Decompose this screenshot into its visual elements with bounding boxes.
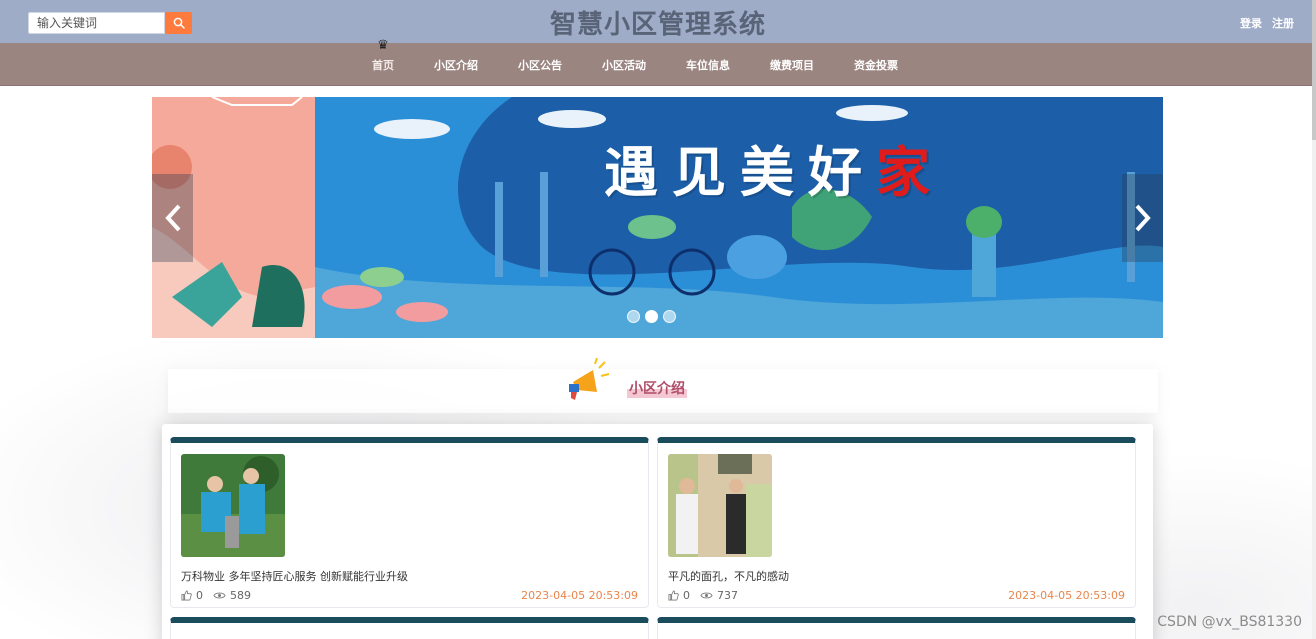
eye-icon: [700, 592, 713, 599]
section-heading: 小区介绍: [565, 358, 687, 402]
banner-slogan: 遇见美好家: [604, 128, 944, 207]
section-title: 小区介绍: [627, 378, 687, 398]
nav-item-label: 小区活动: [602, 58, 646, 72]
carousel-dot-active[interactable]: [645, 310, 658, 323]
crown-icon: ♛: [377, 37, 389, 53]
watermark: CSDN @vx_BS81330: [1157, 614, 1302, 630]
card-thumbnail: [181, 454, 285, 557]
likes[interactable]: 0: [668, 589, 690, 602]
main-nav: ♛ 首页 小区介绍 小区公告 小区活动 车位信息 缴费项目 资金投票: [0, 39, 1316, 86]
scrollbar-thumb[interactable]: [1312, 0, 1316, 140]
top-bar: 智慧小区管理系统 登录 注册: [0, 0, 1316, 43]
nav-item-fund-voting[interactable]: 资金投票: [834, 57, 918, 73]
card-meta: 0 589: [181, 589, 261, 602]
nav-item-label: 资金投票: [854, 58, 898, 72]
banner-slogan-main: 遇见美好: [604, 140, 876, 204]
views: 589: [213, 589, 251, 602]
carousel-prev-button[interactable]: [152, 174, 193, 262]
card-title: 万科物业 多年坚持匠心服务 创新赋能行业升级: [181, 570, 408, 583]
views-count: 589: [230, 589, 251, 602]
carousel-dot[interactable]: [663, 310, 676, 323]
list-item[interactable]: [657, 617, 1136, 639]
nav-item-label: 小区介绍: [434, 58, 478, 72]
carousel-next-button[interactable]: [1122, 174, 1163, 262]
nav-item-home[interactable]: ♛ 首页: [352, 39, 414, 73]
nav-item-label: 首页: [372, 58, 394, 72]
card-title: 平凡的面孔，不凡的感动: [668, 570, 789, 583]
list-item[interactable]: [170, 617, 649, 639]
site-title: 智慧小区管理系统: [549, 10, 766, 40]
eye-icon: [213, 592, 226, 599]
nav-item-label: 车位信息: [686, 58, 730, 72]
views: 737: [700, 589, 738, 602]
carousel-dot[interactable]: [627, 310, 640, 323]
nav-item-activities[interactable]: 小区活动: [582, 57, 666, 73]
megaphone-icon: [569, 358, 610, 400]
likes[interactable]: 0: [181, 589, 203, 602]
card-thumbnail: [668, 454, 772, 557]
nav-item-payments[interactable]: 缴费项目: [750, 57, 834, 73]
nav-item-announcements[interactable]: 小区公告: [498, 57, 582, 73]
chevron-right-icon: [1135, 204, 1151, 232]
list-item[interactable]: 万科物业 多年坚持匠心服务 创新赋能行业升级 0 589 2023-04-05 …: [170, 437, 649, 608]
card-meta: 0 737: [668, 589, 748, 602]
nav-item-parking[interactable]: 车位信息: [666, 57, 750, 73]
banner-slogan-accent: 家: [876, 140, 944, 204]
thumbs-up-icon: [181, 590, 192, 601]
thumbs-up-icon: [668, 590, 679, 601]
scrollbar[interactable]: [1312, 0, 1316, 639]
nav-item-label: 小区公告: [518, 58, 562, 72]
card-date: 2023-04-05 20:53:09: [1008, 589, 1125, 602]
nav-items: ♛ 首页 小区介绍 小区公告 小区活动 车位信息 缴费项目 资金投票: [352, 39, 918, 86]
list-item[interactable]: 平凡的面孔，不凡的感动 0 737 2023-04-05 20:53:09: [657, 437, 1136, 608]
likes-count: 0: [683, 589, 690, 602]
auth-links: 登录 注册: [1240, 15, 1294, 31]
register-link[interactable]: 注册: [1272, 15, 1294, 31]
nav-item-label: 缴费项目: [770, 58, 814, 72]
card-date: 2023-04-05 20:53:09: [521, 589, 638, 602]
nav-item-community-intro[interactable]: 小区介绍: [414, 57, 498, 73]
chevron-left-icon: [164, 204, 180, 232]
login-link[interactable]: 登录: [1240, 15, 1262, 31]
carousel-indicators: [627, 310, 676, 323]
views-count: 737: [717, 589, 738, 602]
community-intro-list: 万科物业 多年坚持匠心服务 创新赋能行业升级 0 589 2023-04-05 …: [162, 424, 1153, 639]
likes-count: 0: [196, 589, 203, 602]
